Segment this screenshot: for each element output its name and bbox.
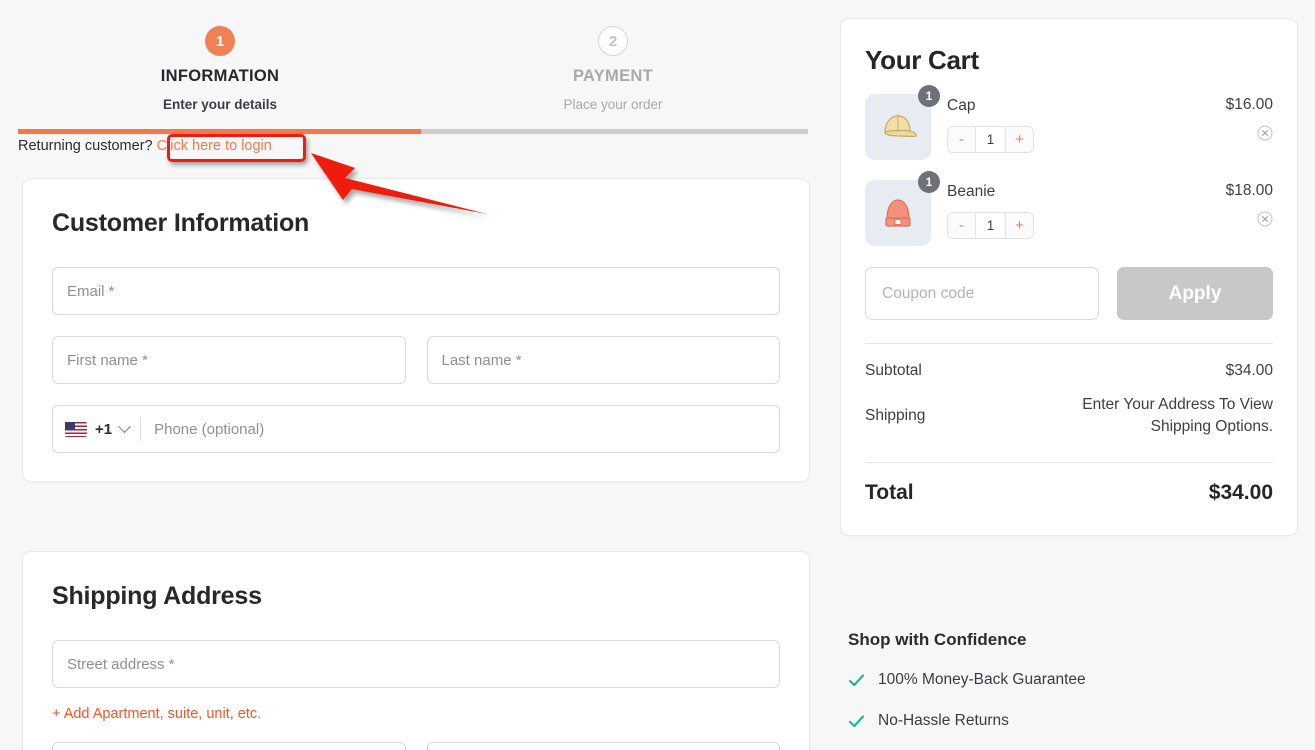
- last-name-input[interactable]: [426, 336, 780, 384]
- cart-item: 1 Cap - 1 + $16.00: [865, 85, 1273, 160]
- add-apartment-link[interactable]: + Add Apartment, suite, unit, etc.: [52, 706, 261, 722]
- subtotal-row: Subtotal $34.00: [865, 362, 1273, 380]
- cart-item-name: Cap: [947, 97, 976, 114]
- quantity-stepper: - 1 +: [947, 126, 1034, 153]
- coupon-input[interactable]: [865, 267, 1099, 320]
- step-payment[interactable]: 2 PAYMENT Place your order: [483, 26, 743, 112]
- decrement-quantity-button[interactable]: -: [948, 127, 975, 152]
- shipping-label: Shipping: [865, 407, 926, 425]
- shipping-address-heading: Shipping Address: [52, 582, 262, 610]
- name-field-row: [52, 336, 780, 384]
- confidence-item: No-Hassle Returns: [848, 712, 1298, 730]
- increment-quantity-button[interactable]: +: [1006, 127, 1033, 152]
- cart-item-details: Beanie - 1 +: [947, 180, 1193, 239]
- total-row: Total $34.00: [865, 481, 1273, 505]
- us-flag-icon: [65, 421, 87, 437]
- total-label: Total: [865, 480, 914, 504]
- quantity-value[interactable]: 1: [975, 127, 1006, 152]
- chevron-down-icon[interactable]: [118, 419, 131, 433]
- remove-item-icon[interactable]: [1257, 211, 1273, 227]
- step-1-number-badge: 1: [205, 26, 235, 56]
- cart-item-right: $16.00: [1193, 94, 1273, 146]
- check-icon: [848, 713, 865, 730]
- step-1-title: INFORMATION: [160, 67, 280, 85]
- step-information[interactable]: 1 INFORMATION Enter your details: [90, 26, 350, 112]
- order-summary-column: Your Cart 1 Cap - 1 + $16.00 1 Beanie - …: [840, 0, 1308, 750]
- cart-item-price: $18.00: [1225, 182, 1273, 199]
- checkout-progress-track: [18, 129, 808, 134]
- quantity-stepper: - 1 +: [947, 212, 1034, 239]
- login-link[interactable]: Click here to login: [157, 138, 272, 154]
- city-state-field-row: [52, 742, 780, 750]
- customer-information-heading: Customer Information: [52, 209, 310, 237]
- cart-item: 1 Beanie - 1 + $18.00: [865, 171, 1273, 246]
- phone-field: +1: [52, 405, 780, 453]
- returning-customer-label: Returning customer?: [18, 138, 153, 154]
- city-input[interactable]: [52, 742, 406, 750]
- step-2-title: PAYMENT: [572, 67, 654, 85]
- subtotal-label: Subtotal: [865, 362, 922, 379]
- decrement-quantity-button[interactable]: -: [948, 213, 975, 238]
- cart-card: Your Cart 1 Cap - 1 + $16.00 1 Beanie - …: [840, 18, 1298, 536]
- street-address-input[interactable]: [52, 640, 780, 688]
- shop-with-confidence-section: Shop with Confidence 100% Money-Back Gua…: [848, 630, 1298, 750]
- step-2-number-badge: 2: [598, 26, 628, 56]
- checkout-stepper: 1 INFORMATION Enter your details 2 PAYME…: [0, 0, 832, 122]
- confidence-item: 100% Money-Back Guarantee: [848, 671, 1298, 689]
- checkout-page: 1 INFORMATION Enter your details 2 PAYME…: [0, 0, 1315, 750]
- phone-input[interactable]: [154, 420, 767, 438]
- shipping-address-card: Shipping Address + Add Apartment, suite,…: [22, 551, 810, 750]
- cart-item-price: $16.00: [1225, 96, 1273, 113]
- confidence-item-label: No-Hassle Returns: [878, 712, 1009, 729]
- summary-divider-top: [865, 343, 1273, 344]
- shipping-row: Shipping Enter Your Address To View Ship…: [865, 394, 1273, 439]
- quantity-value[interactable]: 1: [975, 213, 1006, 238]
- cart-item-name: Beanie: [947, 183, 996, 200]
- checkout-main-column: 1 INFORMATION Enter your details 2 PAYME…: [0, 0, 832, 750]
- shipping-value: Enter Your Address To View Shipping Opti…: [1082, 396, 1273, 436]
- cart-title: Your Cart: [865, 45, 979, 75]
- cart-item-thumbnail-wrap: 1: [865, 85, 940, 160]
- checkout-progress-fill: [18, 129, 421, 134]
- cart-item-quantity-badge: 1: [918, 85, 940, 107]
- phone-divider: [140, 417, 142, 441]
- customer-information-card: Customer Information +1: [22, 178, 810, 482]
- confidence-item-label: 100% Money-Back Guarantee: [878, 671, 1086, 688]
- returning-customer-row: Returning customer? Click here to login: [18, 138, 272, 154]
- apply-coupon-button[interactable]: Apply: [1117, 267, 1273, 320]
- cart-item-details: Cap - 1 +: [947, 94, 1193, 153]
- step-2-subtitle: Place your order: [563, 97, 663, 112]
- step-1-subtitle: Enter your details: [162, 97, 278, 112]
- cart-item-right: $18.00: [1193, 180, 1273, 232]
- total-value: $34.00: [1208, 480, 1273, 504]
- remove-item-icon[interactable]: [1257, 125, 1273, 141]
- cart-item-quantity-badge: 1: [918, 171, 940, 193]
- email-input[interactable]: [52, 267, 780, 315]
- country-dial-code: +1: [95, 420, 113, 438]
- shop-with-confidence-title: Shop with Confidence: [848, 630, 1027, 649]
- subtotal-value: $34.00: [1225, 362, 1273, 379]
- coupon-row: Apply: [865, 267, 1273, 320]
- increment-quantity-button[interactable]: +: [1006, 213, 1033, 238]
- cart-item-thumbnail-wrap: 1: [865, 171, 940, 246]
- state-input[interactable]: [426, 742, 780, 750]
- first-name-input[interactable]: [52, 336, 406, 384]
- check-icon: [848, 672, 865, 689]
- summary-divider-bottom: [865, 461, 1273, 463]
